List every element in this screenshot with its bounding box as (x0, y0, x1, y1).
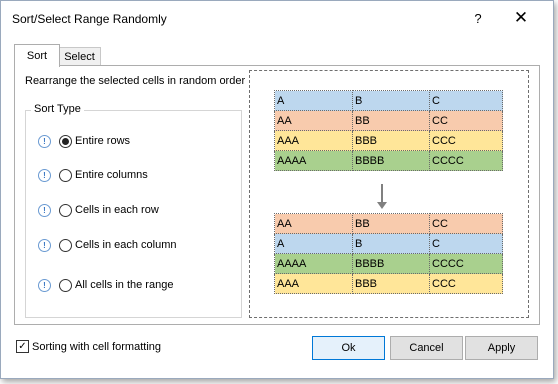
preview-cell: BB (352, 213, 430, 234)
sorting-formatting-checkbox[interactable]: ✓ (16, 340, 29, 353)
option-cells-each-row[interactable]: ! Cells in each row (38, 202, 159, 218)
preview-cell: CCC (429, 130, 503, 151)
preview-cell: BBB (352, 273, 430, 294)
close-button[interactable]: ✕ (506, 6, 536, 32)
preview-cell: AAAA (274, 253, 353, 274)
formatting-checkbox-row[interactable]: ✓ Sorting with cell formatting (16, 340, 161, 353)
preview-cell: CCCC (429, 253, 503, 274)
preview-cell: C (429, 233, 503, 254)
option-label-entire-columns[interactable]: Entire columns (75, 169, 148, 181)
tab-select[interactable]: Select (58, 47, 101, 66)
tab-select-label: Select (64, 51, 95, 63)
option-entire-rows[interactable]: ! Entire rows (38, 133, 130, 149)
preview-cell: CC (429, 110, 503, 131)
preview-cell: A (274, 233, 353, 254)
option-all-cells[interactable]: ! All cells in the range (38, 277, 173, 293)
preview-cell: BBBB (352, 253, 430, 274)
title-bar: Sort/Select Range Randomly ? ✕ (1, 1, 553, 37)
preview-cell: AAAA (274, 150, 353, 171)
preview-cell: AA (274, 110, 353, 131)
preview-cell: B (352, 90, 430, 111)
preview-cell: B (352, 233, 430, 254)
radio-entire-columns[interactable] (59, 168, 72, 182)
option-entire-columns[interactable]: ! Entire columns (38, 167, 148, 183)
preview-before-table: A B C AA BB CC AAA BBB CCC AAAA BBBB CCC… (274, 90, 503, 171)
description-text: Rearrange the selected cells in random o… (25, 75, 246, 87)
radio-entire-rows[interactable] (59, 134, 72, 148)
preview-cell: CCC (429, 273, 503, 294)
preview-row: A B C (274, 233, 503, 254)
preview-row: AAAA BBBB CCCC (274, 253, 503, 274)
cancel-button[interactable]: Cancel (390, 336, 463, 360)
option-label-cells-each-column[interactable]: Cells in each column (75, 239, 177, 251)
preview-cell: CCCC (429, 150, 503, 171)
preview-row: AAAA BBBB CCCC (274, 150, 503, 171)
info-icon[interactable]: ! (38, 203, 51, 217)
ok-button[interactable]: Ok (312, 336, 385, 360)
preview-cell: CC (429, 213, 503, 234)
option-label-cells-each-row[interactable]: Cells in each row (75, 204, 159, 216)
preview-cell: AA (274, 213, 353, 234)
option-label-all-cells[interactable]: All cells in the range (75, 279, 173, 291)
preview-cell: C (429, 90, 503, 111)
tab-sort-label: Sort (26, 50, 48, 62)
preview-cell: AAA (274, 130, 353, 151)
preview-cell: BB (352, 110, 430, 131)
radio-all-cells[interactable] (59, 278, 72, 292)
info-icon[interactable]: ! (38, 278, 51, 292)
tab-sort[interactable]: Sort (14, 44, 60, 67)
apply-button[interactable]: Apply (465, 336, 538, 360)
dialog-title: Sort/Select Range Randomly (12, 12, 167, 26)
preview-row: AA BB CC (274, 110, 503, 131)
sorting-formatting-label[interactable]: Sorting with cell formatting (32, 341, 161, 353)
info-icon[interactable]: ! (38, 134, 51, 148)
sort-type-legend: Sort Type (31, 103, 84, 115)
radio-cells-each-column[interactable] (59, 238, 72, 252)
preview-row: AA BB CC (274, 213, 503, 234)
info-icon[interactable]: ! (38, 238, 51, 252)
preview-row: A B C (274, 90, 503, 111)
preview-after-table: AA BB CC A B C AAAA BBBB CCCC AAA BBB CC… (274, 213, 503, 294)
option-cells-each-column[interactable]: ! Cells in each column (38, 237, 177, 253)
preview-cell: A (274, 90, 353, 111)
preview-row: AAA BBB CCC (274, 273, 503, 294)
radio-cells-each-row[interactable] (59, 203, 72, 217)
preview-cell: AAA (274, 273, 353, 294)
preview-cell: BBBB (352, 150, 430, 171)
info-icon[interactable]: ! (38, 168, 51, 182)
option-label-entire-rows[interactable]: Entire rows (75, 135, 130, 147)
help-button[interactable]: ? (464, 6, 492, 32)
arrow-head-icon (377, 202, 387, 209)
preview-cell: BBB (352, 130, 430, 151)
arrow-down-icon (381, 184, 383, 204)
preview-row: AAA BBB CCC (274, 130, 503, 151)
